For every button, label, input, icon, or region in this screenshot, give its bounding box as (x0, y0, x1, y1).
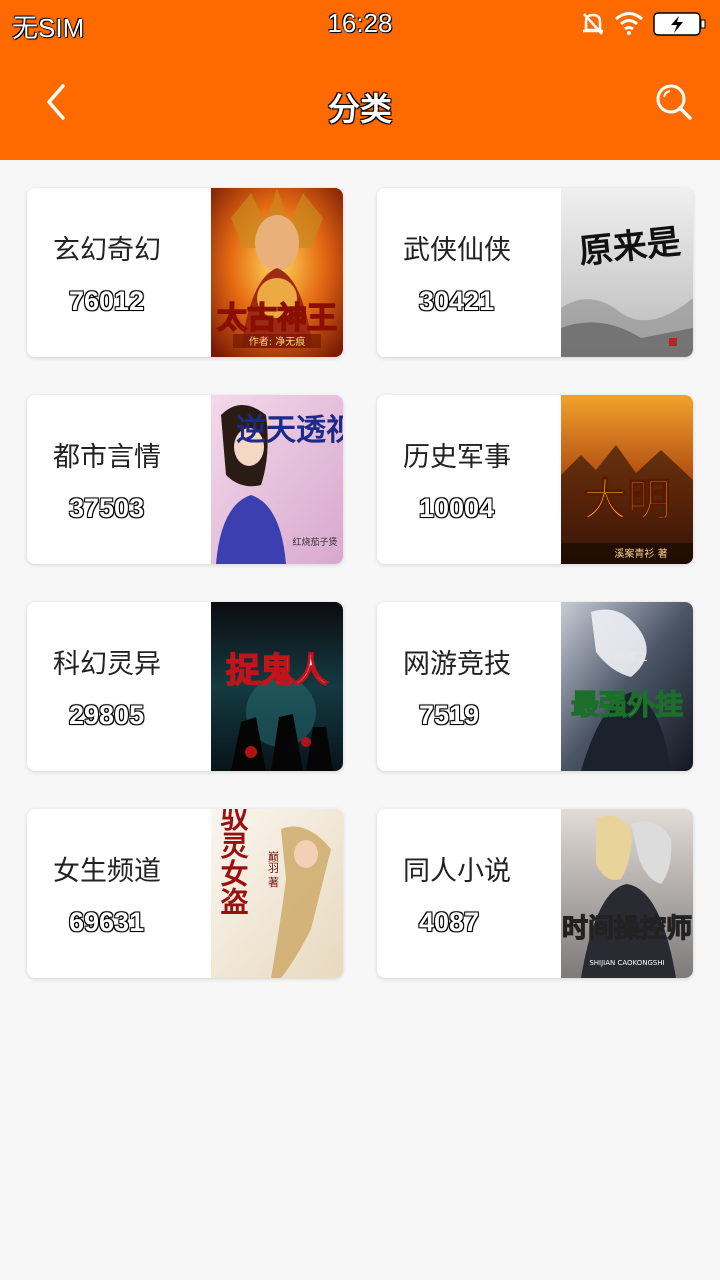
category-count: 76012 (69, 286, 145, 316)
category-card-tongren[interactable]: 同人小说 4087 时间操控师 SHIJIAN CAOKONGSHI (377, 809, 693, 978)
category-card-dushi[interactable]: 都市言情 37503 逆天透视眼 红烧茄子煲 (27, 395, 343, 564)
book-cover-image: 网游之 最强外挂 (561, 602, 693, 771)
battery-charging-icon (653, 12, 706, 36)
category-card-wangyou[interactable]: 网游竞技 7519 网游之 最强外挂 (377, 602, 693, 771)
category-name: 同人小说 (403, 856, 511, 887)
cover-title: 时间操控师 (562, 914, 692, 944)
cover-title: 捉鬼人 (226, 651, 328, 691)
status-bar: 无SIM 16:28 (0, 0, 720, 52)
app-header: 无SIM 16:28 分类 (0, 0, 720, 160)
book-cover-image: 驭灵女盗 巅羽 著 (211, 809, 343, 978)
category-name: 玄幻奇幻 (53, 235, 161, 266)
cover-author: 网游之 (615, 649, 648, 663)
category-count: 7519 (419, 700, 480, 730)
book-cover-image: 大明 溪案青衫 著 (561, 395, 693, 564)
book-cover-image: 时间操控师 SHIJIAN CAOKONGSHI (561, 809, 693, 978)
cover-author: SHIJIAN CAOKONGSHI (589, 959, 664, 967)
page-title: 分类 (327, 90, 392, 128)
category-card-kehuan[interactable]: 科幻灵异 29805 捉鬼人 (27, 602, 343, 771)
category-card-lishi[interactable]: 历史军事 10004 大明 溪案青衫 著 (377, 395, 693, 564)
category-name: 科幻灵异 (53, 649, 161, 680)
category-count: 10004 (419, 493, 495, 523)
clock: 16:28 (327, 8, 393, 38)
cover-author: 作者: 净无痕 (249, 335, 306, 348)
nav-bar: 分类 (0, 60, 720, 150)
category-count: 69631 (69, 907, 145, 937)
category-name: 网游竞技 (403, 649, 511, 680)
book-cover-image: 太古神王 作者: 净无痕 (211, 188, 343, 357)
category-count: 29805 (69, 700, 145, 730)
category-name: 武侠仙侠 (403, 235, 511, 266)
cover-title: 最强外挂 (571, 688, 683, 721)
category-count: 4087 (419, 907, 480, 937)
mute-bell-icon (583, 13, 603, 35)
wifi-icon (615, 12, 643, 35)
cover-title: 驭灵女盗 (217, 809, 250, 915)
cover-title: 太古神王 (217, 301, 337, 336)
book-cover-image: 原来是 (561, 188, 693, 357)
category-name: 都市言情 (53, 442, 161, 473)
cover-author: 巅羽 著 (267, 850, 280, 887)
category-count: 37503 (69, 493, 145, 523)
search-icon (656, 84, 692, 120)
category-name: 女生频道 (53, 856, 161, 887)
book-cover-image: 捉鬼人 (211, 602, 343, 771)
book-cover-image: 逆天透视眼 红烧茄子煲 (211, 395, 343, 564)
cover-author: 溪案青衫 著 (614, 547, 667, 560)
category-count: 30421 (419, 286, 495, 316)
search-button[interactable] (652, 80, 696, 124)
cover-title: 逆天透视眼 (236, 413, 343, 448)
category-card-xuanhuan[interactable]: 玄幻奇幻 76012 太古神王 作者: 净无痕 (27, 188, 343, 357)
category-name: 历史军事 (403, 442, 511, 473)
category-card-nvsheng[interactable]: 女生频道 69631 驭灵女盗 巅羽 著 (27, 809, 343, 978)
category-card-wuxia[interactable]: 武侠仙侠 30421 原来是 (377, 188, 693, 357)
cover-author: 红烧茄子煲 (292, 536, 337, 548)
cover-title: 大明 (583, 475, 671, 526)
